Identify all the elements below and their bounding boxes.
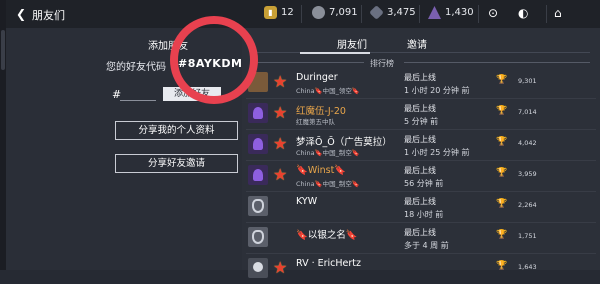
friend-name: Duringer	[296, 72, 338, 83]
avatar	[248, 227, 268, 247]
friend-name: 红魔伍-J-20	[296, 106, 346, 117]
avatar	[248, 165, 268, 185]
friend-code-input[interactable]	[120, 100, 156, 101]
divider	[546, 5, 547, 23]
side-handle-pill[interactable]	[1, 30, 5, 70]
trophy-icon: 🏆	[496, 168, 508, 178]
rank-star-icon: ★	[273, 165, 288, 184]
friend-row[interactable]: KYW 最后上线 18 小时 前 🏆 2,264	[246, 192, 596, 223]
ticket-icon: ▮	[264, 6, 277, 19]
trophy-score: 2,264	[518, 201, 537, 209]
divider	[419, 5, 420, 23]
last-online-label: 最后上线	[404, 135, 436, 144]
divider	[252, 62, 364, 63]
rank-star-icon: ★	[273, 134, 288, 153]
divider	[301, 5, 302, 23]
settings-icon[interactable]: ◐	[518, 6, 528, 20]
friend-name: 🔖以银之名🔖	[296, 230, 358, 241]
divider	[478, 5, 479, 23]
last-online-value: 5 分钟 前	[404, 117, 439, 126]
avatar	[248, 258, 268, 278]
last-online-label: 最后上线	[404, 104, 436, 113]
back-arrow-icon[interactable]: ❮	[16, 7, 26, 21]
rank-star-icon: ★	[273, 103, 288, 122]
currency-coins[interactable]: 7,091	[312, 6, 358, 19]
divider	[361, 5, 362, 23]
share-invite-button[interactable]: 分享好友邀请	[115, 154, 238, 173]
tab-friends[interactable]: 朋友们	[337, 36, 367, 51]
friend-name: 🔖Winst🔖	[296, 165, 347, 176]
last-online-value: 1 小时 25 分钟 前	[404, 148, 470, 157]
coin-icon	[312, 6, 325, 19]
friend-code-label: 您的好友代码	[106, 62, 166, 73]
trophy-score: 3,959	[518, 170, 537, 178]
last-online-value: 1 小时 20 分钟 前	[404, 86, 470, 95]
trophy-icon: 🏆	[496, 75, 508, 85]
top-bar: ❮ 朋友们 ▮ 12 7,091 3,475 1,430 ⊙ ◐ ⌂	[6, 0, 600, 29]
active-tab-indicator	[300, 52, 370, 54]
friend-clan: 红魔第五中队	[296, 118, 335, 126]
friend-name: KYW	[296, 196, 318, 207]
trophy-score: 4,042	[518, 139, 537, 147]
friend-row[interactable]: ★ RV · EricHertz 🏆 1,643	[246, 254, 596, 284]
trophy-icon: 🏆	[496, 106, 508, 116]
avatar	[248, 134, 268, 154]
friend-name: RV · EricHertz	[296, 258, 362, 269]
friend-name: 梦泽Ō_Ō（广告莫拉）	[296, 137, 392, 148]
avatar	[248, 196, 268, 216]
last-online-value: 18 小时 前	[404, 210, 444, 219]
friend-row[interactable]: ★ 梦泽Ō_Ō（广告莫拉） China🔖中国_制空🔖 最后上线 1 小时 25 …	[246, 130, 596, 161]
last-online-value: 56 分钟 前	[404, 179, 444, 188]
share-profile-button[interactable]: 分享我的个人资料	[115, 121, 238, 140]
trophy-score: 1,751	[518, 232, 537, 240]
profile-icon[interactable]: ⊙	[488, 6, 498, 20]
gem-icon	[369, 5, 384, 20]
friend-clan: China🔖中国_制空🔖	[296, 180, 361, 188]
gem-count: 3,475	[387, 7, 416, 18]
last-online-label: 最后上线	[404, 228, 436, 237]
trophy-icon: 🏆	[496, 137, 508, 147]
trophy-icon: 🏆	[496, 230, 508, 240]
coin-count: 7,091	[329, 7, 358, 18]
rank-star-icon: ★	[273, 72, 288, 91]
last-online-label: 最后上线	[404, 73, 436, 82]
last-online-label: 最后上线	[404, 166, 436, 175]
friend-row[interactable]: ★ 🔖Winst🔖 China🔖中国_制空🔖 最后上线 56 分钟 前 🏆 3,…	[246, 161, 596, 192]
friend-clan: China🔖中国_领空🔖	[296, 87, 361, 95]
highlight-circle	[170, 16, 258, 104]
rank-star-icon: ★	[273, 258, 288, 277]
ticket-count: 12	[281, 7, 294, 18]
home-icon[interactable]: ⌂	[554, 6, 562, 20]
last-online-label: 最后上线	[404, 197, 436, 206]
token-count: 1,430	[445, 7, 474, 18]
triangle-token-icon	[428, 6, 441, 19]
currency-gems[interactable]: 3,475	[369, 5, 416, 20]
friend-clan: China🔖中国_制空🔖	[296, 149, 361, 157]
trophy-icon: 🏆	[496, 199, 508, 209]
trophy-score: 9,301	[518, 77, 537, 85]
friend-row[interactable]: ★ Duringer China🔖中国_领空🔖 最后上线 1 小时 20 分钟 …	[246, 68, 596, 99]
currency-tokens[interactable]: 1,430	[428, 6, 474, 19]
tab-invites[interactable]: 邀请	[407, 36, 427, 51]
friend-row[interactable]: ★ 红魔伍-J-20 红魔第五中队 最后上线 5 分钟 前 🏆 7,014	[246, 99, 596, 130]
last-online-value: 多于 4 周 前	[404, 241, 449, 250]
avatar	[248, 103, 268, 123]
currency-tickets[interactable]: ▮ 12	[264, 6, 294, 19]
divider	[404, 62, 590, 63]
friend-row[interactable]: 🔖以银之名🔖 最后上线 多于 4 周 前 🏆 1,751	[246, 223, 596, 254]
page-title: 朋友们	[32, 9, 65, 22]
trophy-score: 7,014	[518, 108, 537, 116]
